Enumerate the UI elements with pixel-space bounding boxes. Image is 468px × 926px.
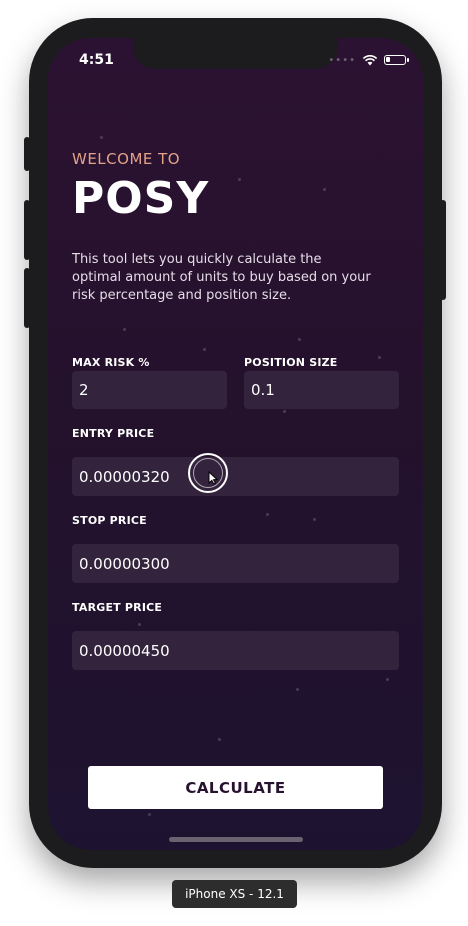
welcome-label: WELCOME TO (72, 150, 181, 168)
stop-price-label: STOP PRICE (72, 514, 147, 527)
target-price-label: TARGET PRICE (72, 601, 163, 614)
signal-icon: •••• (328, 54, 356, 66)
mouse-pointer-icon (208, 471, 218, 485)
notch (133, 38, 338, 69)
app-title: POSY (72, 173, 210, 224)
calculate-button[interactable]: CALCULATE (88, 766, 383, 809)
mute-switch (24, 137, 30, 171)
device-label: iPhone XS - 12.1 (172, 880, 297, 908)
power-button (440, 200, 446, 300)
home-indicator[interactable] (169, 837, 303, 842)
app-screen: 4:51 •••• WELCOME TO POSY This tool lets… (48, 38, 423, 850)
status-icons: •••• (328, 54, 409, 66)
app-description: This tool lets you quickly calculate the… (72, 252, 371, 303)
volume-up-button (24, 200, 30, 260)
stop-price-input[interactable]: 0.00000300 (72, 544, 399, 583)
volume-down-button (24, 268, 30, 328)
max-risk-label: MAX RISK % (72, 356, 150, 369)
entry-price-label: ENTRY PRICE (72, 427, 155, 440)
wifi-icon (362, 55, 378, 66)
status-time: 4:51 (79, 52, 114, 68)
position-size-input[interactable]: 0.1 (244, 371, 399, 409)
target-price-input[interactable]: 0.00000450 (72, 631, 399, 670)
battery-icon (384, 55, 409, 65)
max-risk-input[interactable]: 2 (72, 371, 227, 409)
entry-price-input[interactable]: 0.00000320 (72, 457, 399, 496)
position-size-label: POSITION SIZE (244, 356, 338, 369)
